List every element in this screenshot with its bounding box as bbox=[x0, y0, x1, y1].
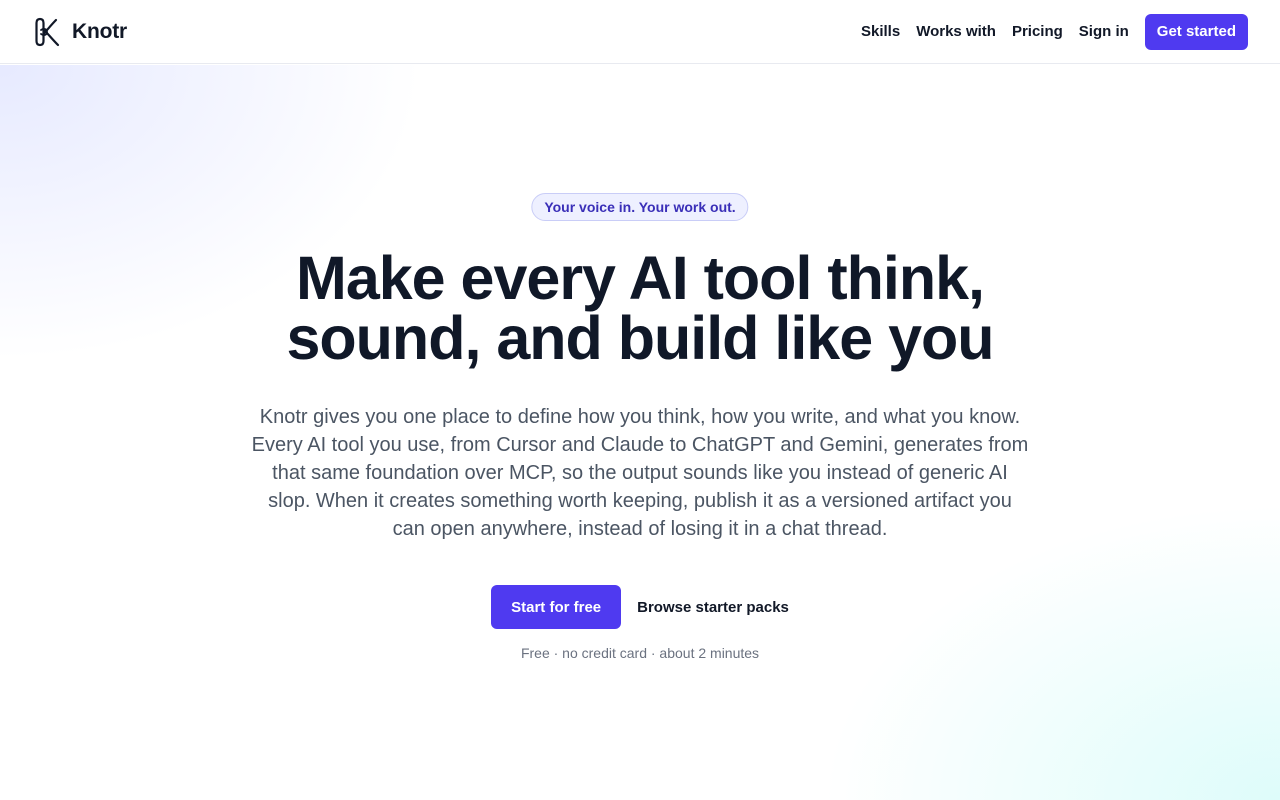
hero-headline: Make every AI tool think, sound, and bui… bbox=[0, 244, 1280, 372]
main-nav: Skills Works with Pricing Sign in Get st… bbox=[861, 13, 1248, 50]
brand-home-link[interactable]: Knotr bbox=[34, 16, 127, 48]
hero-section: Your voice in. Your work out. Make every… bbox=[0, 65, 1280, 800]
knot-k-logo-icon bbox=[35, 17, 60, 46]
signup-fineprint: Free · no credit card · about 2 minutes bbox=[520, 645, 760, 661]
browse-starter-packs-link[interactable]: Browse starter packs bbox=[637, 585, 789, 629]
hero-cta-row: Start for free Browse starter packs bbox=[0, 585, 1280, 629]
start-for-free-button[interactable]: Start for free bbox=[491, 585, 622, 629]
nav-works-with-link[interactable]: Works with bbox=[916, 23, 996, 40]
site-header: Knotr Skills Works with Pricing Sign in … bbox=[0, 0, 1280, 64]
nav-skills-link[interactable]: Skills bbox=[861, 23, 900, 40]
nav-pricing-link[interactable]: Pricing bbox=[1012, 23, 1063, 40]
nav-sign-in-link[interactable]: Sign in bbox=[1079, 23, 1129, 40]
hero-headline-line: sound, and build like you bbox=[286, 304, 994, 372]
brand-name: Knotr bbox=[72, 19, 127, 43]
hero-headline-line: Make every AI tool think, bbox=[296, 244, 985, 312]
get-started-button[interactable]: Get started bbox=[1144, 13, 1248, 50]
hero-description: Knotr gives you one place to define how … bbox=[251, 406, 1029, 540]
tagline-badge: Your voice in. Your work out. bbox=[531, 193, 749, 221]
